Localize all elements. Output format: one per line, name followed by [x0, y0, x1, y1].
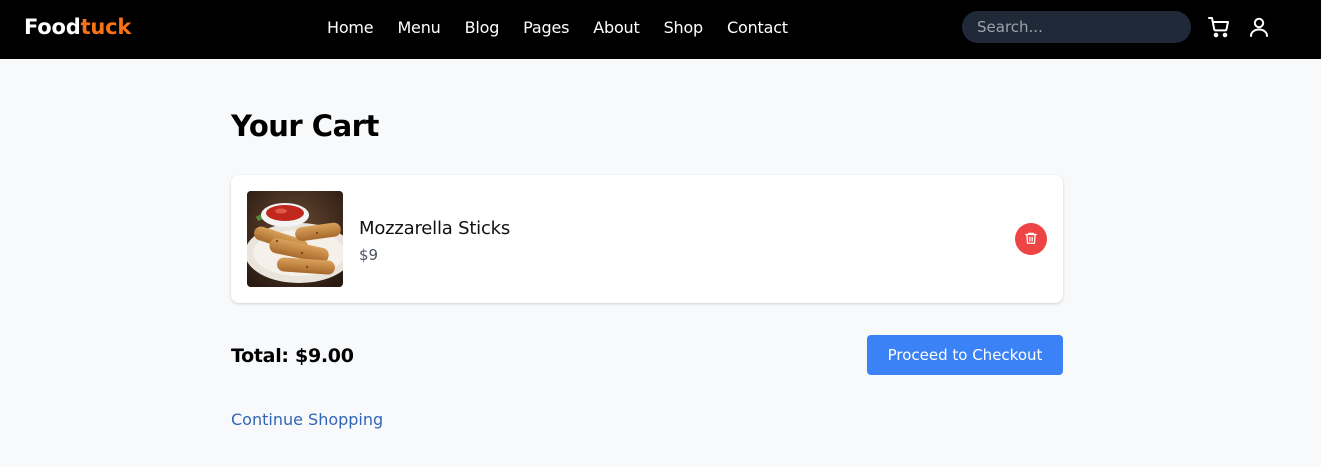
brand-logo-part1: Food	[24, 15, 81, 39]
item-name: Mozzarella Sticks	[359, 218, 511, 239]
user-icon[interactable]	[1247, 15, 1271, 39]
navbar: Foodtuck Home Menu Blog Pages About Shop…	[0, 0, 1321, 59]
cart-total: Total: $9.00	[231, 345, 354, 367]
search-input[interactable]	[962, 11, 1191, 43]
remove-item-button[interactable]	[1015, 223, 1047, 255]
cart-icon[interactable]	[1207, 15, 1231, 39]
checkout-button[interactable]: Proceed to Checkout	[867, 335, 1063, 375]
nav-link-home[interactable]: Home	[327, 18, 374, 37]
brand-logo[interactable]: Foodtuck	[24, 15, 131, 39]
nav-link-pages[interactable]: Pages	[523, 18, 569, 37]
nav-link-contact[interactable]: Contact	[727, 18, 788, 37]
trash-icon	[1024, 231, 1038, 248]
main-nav: Home Menu Blog Pages About Shop Contact	[327, 18, 788, 37]
brand-logo-part2: tuck	[80, 15, 132, 39]
page-title: Your Cart	[231, 109, 379, 143]
item-image	[247, 191, 343, 287]
nav-link-about[interactable]: About	[593, 18, 640, 37]
nav-link-blog[interactable]: Blog	[465, 18, 500, 37]
continue-shopping-link[interactable]: Continue Shopping	[231, 410, 383, 429]
nav-link-menu[interactable]: Menu	[397, 18, 440, 37]
cart-item-card: Mozzarella Sticks $9	[231, 175, 1063, 303]
item-price: $9	[359, 246, 379, 264]
nav-link-shop[interactable]: Shop	[664, 18, 704, 37]
